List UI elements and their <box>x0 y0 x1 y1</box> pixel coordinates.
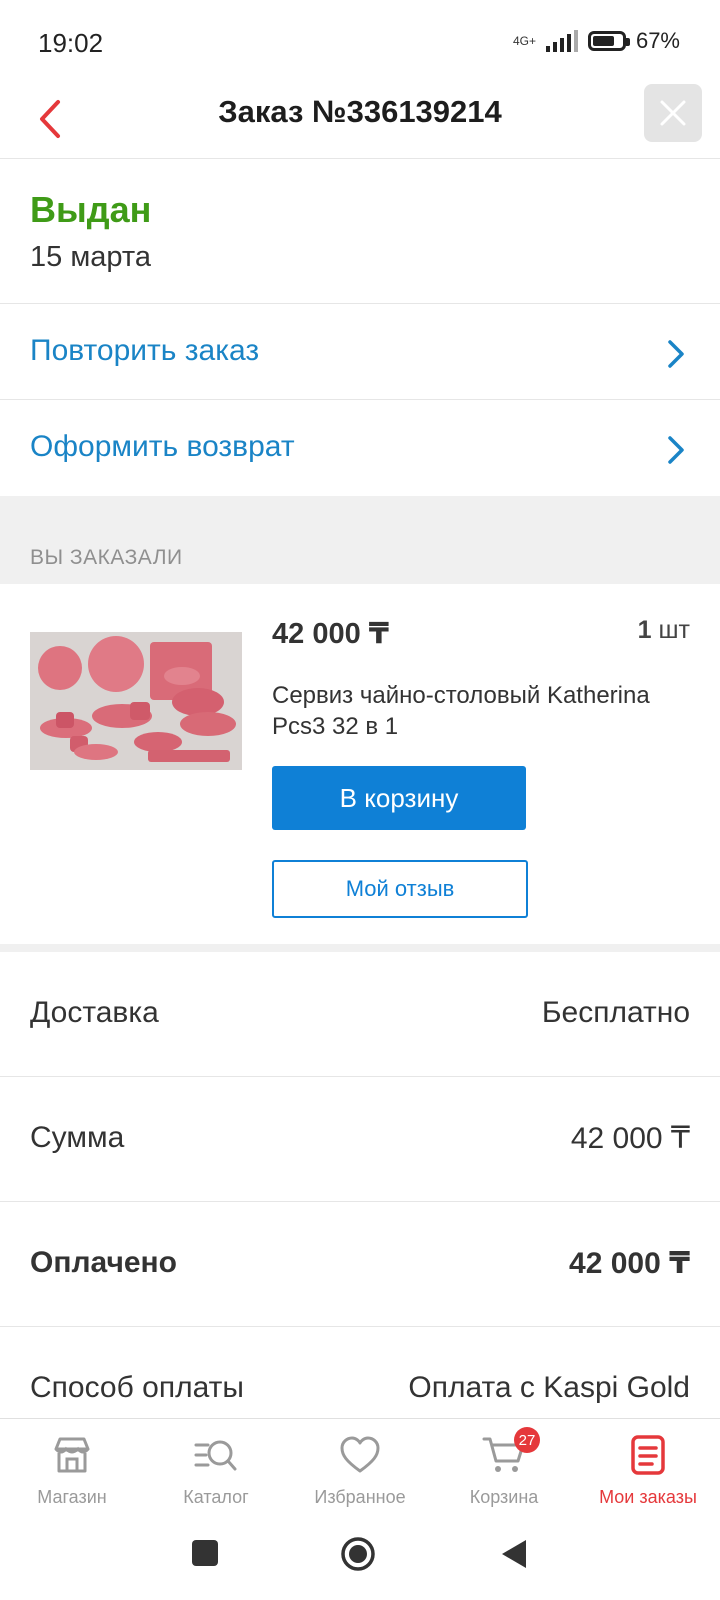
ordered-section-header: ВЫ ЗАКАЗАЛИ <box>0 496 720 584</box>
store-icon <box>54 1437 90 1473</box>
summary-row-paid: Оплачено 42 000 ₸ <box>0 1202 720 1327</box>
status-bar: 19:02 4G+ 67% <box>0 0 720 80</box>
nav-item-catalog[interactable]: Каталог <box>144 1419 288 1517</box>
home-icon[interactable] <box>340 1536 376 1572</box>
nav-label: Каталог <box>183 1487 249 1507</box>
add-to-cart-button[interactable]: В корзину <box>272 766 526 830</box>
status-time: 19:02 <box>38 28 104 58</box>
summary-value: 42 000 ₸ <box>570 1122 690 1155</box>
heart-icon <box>340 1436 380 1473</box>
nav-item-store[interactable]: Магазин <box>0 1419 144 1517</box>
signal-icon <box>545 30 578 52</box>
orders-icon <box>631 1435 665 1475</box>
nav-item-cart[interactable]: 27 Корзина <box>432 1419 576 1517</box>
catalog-search-icon <box>194 1440 237 1471</box>
nav-label: Корзина <box>469 1487 539 1507</box>
return-order-row[interactable]: Оформить возврат <box>0 400 720 495</box>
repeat-order-row[interactable]: Повторить заказ <box>0 304 720 400</box>
section-title: ВЫ ЗАКАЗАЛИ <box>30 546 183 569</box>
system-nav-bar <box>0 1516 720 1600</box>
nav-label: Избранное <box>314 1487 406 1507</box>
summary-label: Оплачено <box>30 1246 177 1279</box>
summary-label: Доставка <box>30 996 159 1029</box>
summary-label: Сумма <box>30 1121 125 1154</box>
summary-row-delivery: Доставка Бесплатно <box>0 952 720 1077</box>
product-price: 42 000 ₸ <box>272 618 389 650</box>
summary-value: 42 000 ₸ <box>569 1247 690 1280</box>
summary-value: Бесплатно <box>541 996 690 1029</box>
back-nav-icon[interactable] <box>500 1538 528 1570</box>
my-review-button[interactable]: Мой отзыв <box>272 860 528 918</box>
page-title: Заказ №336139214 <box>218 94 502 129</box>
quantity-value: 1 <box>637 616 652 644</box>
nav-item-favorites[interactable]: Избранное <box>288 1419 432 1517</box>
nav-label: Магазин <box>37 1487 107 1507</box>
chevron-right-icon <box>668 340 684 368</box>
bottom-nav: Магазин Каталог Избранное 27 Корзина Мои… <box>0 1418 720 1517</box>
order-status-date: 15 марта <box>30 241 151 273</box>
repeat-order-label: Повторить заказ <box>30 334 260 367</box>
product-card: 42 000 ₸ 1 шт Сервиз чайно-столовый Kath… <box>0 584 720 952</box>
close-button[interactable] <box>644 84 702 142</box>
close-icon <box>660 100 686 126</box>
battery-icon <box>587 31 630 51</box>
quantity-unit: шт <box>658 616 690 644</box>
summary-row-sum: Сумма 42 000 ₸ <box>0 1077 720 1202</box>
summary-value: Оплата с Kaspi Gold <box>408 1371 690 1404</box>
order-status: Выдан <box>30 189 152 230</box>
battery-percent: 67% <box>635 28 680 53</box>
chevron-right-icon <box>668 436 684 464</box>
recent-apps-icon[interactable] <box>190 1538 220 1568</box>
header: Заказ №336139214 <box>0 80 720 159</box>
product-image[interactable] <box>30 632 242 770</box>
nav-item-my-orders[interactable]: Мои заказы <box>576 1419 720 1517</box>
status-indicators: 4G+ 67% <box>513 28 680 54</box>
order-status-block: Выдан 15 марта <box>0 159 720 304</box>
product-quantity: 1 шт <box>638 616 690 645</box>
nav-label: Мои заказы <box>599 1487 697 1507</box>
product-name[interactable]: Сервиз чайно-столовый Katherina Pcs3 32 … <box>272 680 672 742</box>
summary-label: Способ оплаты <box>30 1371 244 1404</box>
cart-badge: 27 <box>514 1427 540 1453</box>
network-type: 4G+ <box>512 34 536 48</box>
return-order-label: Оформить возврат <box>30 430 295 463</box>
